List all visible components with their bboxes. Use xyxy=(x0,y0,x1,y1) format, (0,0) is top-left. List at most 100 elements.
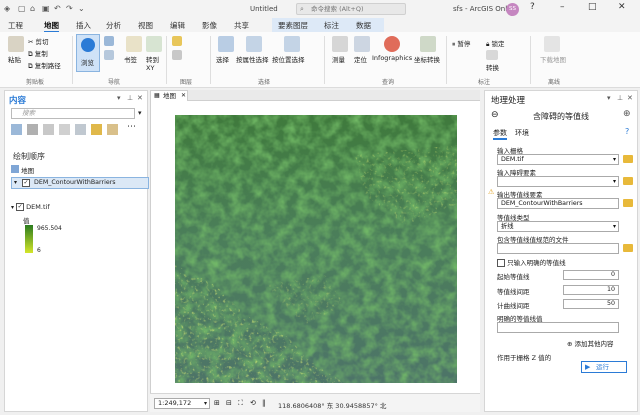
chevron-down-icon[interactable]: ▾ xyxy=(11,204,14,211)
tab-environments[interactable]: 环境 xyxy=(515,128,529,138)
browse-folder-icon[interactable] xyxy=(623,155,633,163)
tab-imagery[interactable]: 影像 xyxy=(202,20,217,31)
full-extent-icon[interactable] xyxy=(104,36,114,46)
convert-labels-button[interactable]: 转换 xyxy=(486,62,499,72)
pin-icon[interactable]: ⊥ xyxy=(127,94,133,102)
measure-icon[interactable] xyxy=(332,36,348,52)
pin-icon[interactable]: ⊥ xyxy=(617,94,623,102)
index-interval-input[interactable]: 50 xyxy=(563,299,619,309)
pane-menu-icon[interactable]: ▾ xyxy=(117,94,121,102)
previous-extent-icon[interactable] xyxy=(104,50,114,60)
close-icon[interactable]: ✕ xyxy=(618,2,626,12)
back-icon[interactable]: ⊖ xyxy=(491,110,499,120)
tab-edit[interactable]: 编辑 xyxy=(170,20,185,31)
list-by-labeling-icon[interactable] xyxy=(91,124,102,135)
lock-labels-button[interactable]: 🔒︎ 锁定 xyxy=(486,38,505,49)
goto-xy-icon[interactable] xyxy=(146,36,162,52)
bookmarks-icon[interactable] xyxy=(126,36,142,52)
chevron-down-icon[interactable]: ▾ xyxy=(14,179,17,186)
minimize-icon[interactable]: – xyxy=(560,2,565,12)
tab-project[interactable]: 工程 xyxy=(8,20,23,31)
layer-item-dem[interactable]: ▾ ✓ DEM.tif xyxy=(11,203,50,211)
basemap-icon[interactable] xyxy=(172,50,182,60)
select-icon[interactable] xyxy=(218,36,234,52)
tab-view[interactable]: 视图 xyxy=(138,20,153,31)
add-data-icon[interactable] xyxy=(172,36,182,46)
tab-feature-layer[interactable]: 要素图层 xyxy=(278,20,308,31)
close-tab-icon[interactable]: ✕ xyxy=(181,91,186,101)
paste-button[interactable]: 粘贴 xyxy=(8,54,21,64)
save-icon[interactable]: ▣ xyxy=(42,4,50,13)
list-by-snapping-icon[interactable] xyxy=(75,124,86,135)
paste-icon[interactable] xyxy=(8,36,24,52)
pane-menu-icon[interactable]: ▾ xyxy=(607,94,611,102)
scale-selector[interactable]: 1:249,172 ▾ xyxy=(154,398,210,409)
rotation-icon[interactable]: ⟲ xyxy=(250,399,256,407)
cut-button[interactable]: ✂ 剪切 xyxy=(28,36,49,46)
infographics-button[interactable]: Infographics xyxy=(372,54,412,62)
contour-interval-input[interactable]: 10 xyxy=(563,285,619,295)
explore-button[interactable]: 浏览 xyxy=(76,34,100,72)
fixed-zoom-icon[interactable]: ⊟ xyxy=(226,399,232,407)
list-by-selection-icon[interactable] xyxy=(43,124,54,135)
select-by-attributes-icon[interactable] xyxy=(246,36,262,52)
explicit-only-checkbox[interactable]: 只输入明确的等值线 xyxy=(497,257,566,267)
redo-icon[interactable]: ↷ xyxy=(66,4,73,13)
layer-item-contour[interactable]: ▾ ✓ DEM_ContourWithBarriers xyxy=(11,177,149,189)
pause-drawing-icon[interactable]: ‖ xyxy=(262,399,266,407)
select-by-location-button[interactable]: 按位置选择 xyxy=(272,54,305,64)
tab-data[interactable]: 数据 xyxy=(356,20,371,31)
pause-labels-button[interactable]: ⏸ 暂停 xyxy=(452,38,470,49)
locate-icon[interactable] xyxy=(354,36,370,52)
copy-button[interactable]: ⧉ 复制 xyxy=(28,48,48,59)
command-search-input[interactable]: ⌕ 命令搜索 (Alt+Q) xyxy=(296,3,406,15)
tab-analysis[interactable]: 分析 xyxy=(106,20,121,31)
measure-button[interactable]: 测量 xyxy=(332,54,345,64)
explicit-file-field[interactable] xyxy=(497,243,619,254)
tab-insert[interactable]: 插入 xyxy=(76,20,91,31)
infographics-icon[interactable] xyxy=(384,36,400,52)
tab-labeling[interactable]: 标注 xyxy=(324,20,339,31)
browse-folder-icon[interactable] xyxy=(623,244,633,252)
map-tree-item[interactable]: 地图 xyxy=(11,165,34,175)
input-raster-field[interactable]: DEM.tif ▾ xyxy=(497,154,619,165)
open-folder-icon[interactable]: ⌂ xyxy=(30,4,35,13)
help-icon[interactable]: ? xyxy=(625,127,629,136)
list-by-drawing-order-icon[interactable] xyxy=(11,124,22,135)
convert-labels-icon[interactable] xyxy=(486,50,498,60)
browse-folder-icon[interactable] xyxy=(623,177,633,185)
close-pane-icon[interactable]: ✕ xyxy=(627,94,633,102)
search-options-icon[interactable]: ▾ xyxy=(138,109,142,117)
add-icon[interactable]: ⊕ xyxy=(623,109,631,119)
convert-coordinates-button[interactable]: 坐标转换 xyxy=(414,54,440,64)
map-view[interactable] xyxy=(150,101,480,393)
select-button[interactable]: 选择 xyxy=(216,54,229,64)
run-button[interactable]: ▶ 运行 xyxy=(581,361,627,373)
output-contour-field[interactable]: DEM_ContourWithBarriers xyxy=(497,198,619,209)
avatar[interactable]: SS xyxy=(506,3,519,16)
more-options-icon[interactable]: ⋯ xyxy=(127,122,136,132)
add-more-button[interactable]: ⊕ 添加其他内容 xyxy=(567,338,614,348)
tab-share[interactable]: 共享 xyxy=(234,20,249,31)
maximize-icon[interactable]: □ xyxy=(588,2,597,12)
browse-folder-icon[interactable] xyxy=(623,199,633,207)
help-icon[interactable]: ? xyxy=(530,2,535,12)
explicit-values-field[interactable] xyxy=(497,322,619,333)
bookmarks-button[interactable]: 书签 xyxy=(124,54,137,64)
full-screen-icon[interactable]: ⛶ xyxy=(238,399,243,408)
contour-type-select[interactable]: 折线 ▾ xyxy=(497,221,619,232)
visibility-checkbox[interactable]: ✓ xyxy=(16,203,25,211)
locate-button[interactable]: 定位 xyxy=(354,54,367,64)
list-by-charts-icon[interactable] xyxy=(107,124,118,135)
download-map-icon[interactable] xyxy=(544,36,560,52)
copy-path-button[interactable]: ⧉ 复制路径 xyxy=(28,60,61,71)
convert-coordinates-icon[interactable] xyxy=(420,36,436,52)
new-project-icon[interactable]: ▢ xyxy=(18,4,26,13)
contents-search-input[interactable]: 搜索 xyxy=(11,108,135,119)
close-pane-icon[interactable]: ✕ xyxy=(137,94,143,102)
grid-icon[interactable]: ⊞ xyxy=(214,399,220,407)
input-barrier-field[interactable]: ▾ xyxy=(497,176,619,187)
goto-xy-button[interactable]: 转到 XY xyxy=(146,54,159,72)
select-by-attributes-button[interactable]: 按属性选择 xyxy=(236,54,269,64)
select-by-location-icon[interactable] xyxy=(284,36,300,52)
